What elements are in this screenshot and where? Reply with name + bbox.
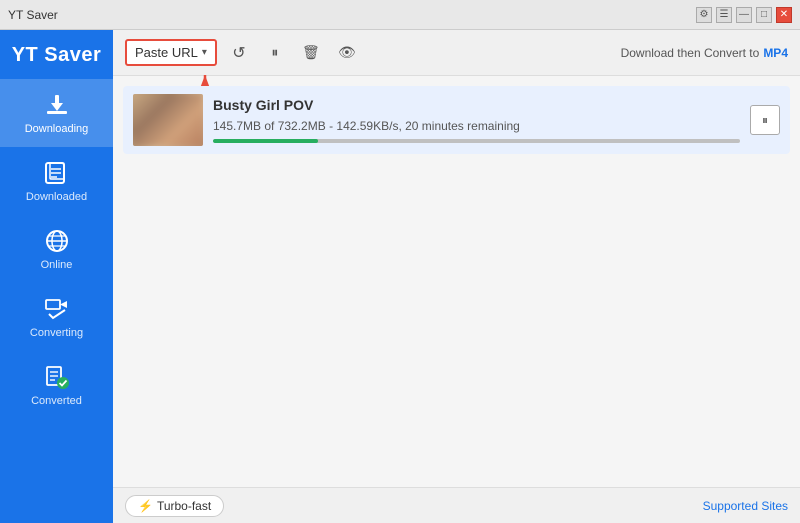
format-link[interactable]: MP4 bbox=[763, 46, 788, 60]
maximize-icon[interactable]: □ bbox=[756, 7, 772, 23]
download-title: Busty Girl POV bbox=[213, 97, 740, 113]
convert-label: Download then Convert to bbox=[621, 46, 760, 60]
download-info: Busty Girl POV 145.7MB of 732.2MB - 142.… bbox=[213, 97, 740, 143]
download-item: Busty Girl POV 145.7MB of 732.2MB - 142.… bbox=[123, 86, 790, 154]
pause-all-button[interactable]: ⏸ bbox=[261, 39, 289, 67]
supported-sites-link[interactable]: Supported Sites bbox=[703, 499, 788, 513]
title-bar: YT Saver ⚙ ☰ — □ ✕ bbox=[0, 0, 800, 30]
app-logo: YT Saver bbox=[12, 38, 102, 79]
sidebar-item-online[interactable]: Online bbox=[0, 215, 113, 283]
delete-button[interactable]: 🗑 bbox=[297, 39, 325, 67]
sidebar-item-downloaded[interactable]: Downloaded bbox=[0, 147, 113, 215]
converting-icon bbox=[43, 295, 71, 323]
bottom-bar: ⚡ Turbo-fast Supported Sites bbox=[113, 487, 800, 523]
sidebar-item-converted-label: Converted bbox=[31, 395, 82, 407]
pause-button[interactable]: ⏸ bbox=[750, 105, 780, 135]
app-body: YT Saver Downloading Downloaded bbox=[0, 30, 800, 523]
view-button[interactable]: 👁 bbox=[333, 39, 361, 67]
downloaded-icon bbox=[43, 159, 71, 187]
undo-button[interactable]: ↺ bbox=[225, 39, 253, 67]
sidebar-item-downloaded-label: Downloaded bbox=[26, 191, 87, 203]
online-icon bbox=[43, 227, 71, 255]
paste-url-label: Paste URL bbox=[135, 45, 198, 60]
toolbar-right: Download then Convert to MP4 bbox=[621, 46, 788, 60]
turbo-fast-button[interactable]: ⚡ Turbo-fast bbox=[125, 495, 224, 517]
sidebar: YT Saver Downloading Downloaded bbox=[0, 30, 113, 523]
sidebar-item-online-label: Online bbox=[41, 259, 73, 271]
title-bar-left: YT Saver bbox=[8, 8, 58, 22]
title-bar-text: YT Saver bbox=[8, 8, 58, 22]
settings-icon[interactable]: ⚙ bbox=[696, 7, 712, 23]
download-stats: 145.7MB of 732.2MB - 142.59KB/s, 20 minu… bbox=[213, 119, 740, 133]
title-bar-controls[interactable]: ⚙ ☰ — □ ✕ bbox=[696, 7, 792, 23]
sidebar-item-converting-label: Converting bbox=[30, 327, 83, 339]
minimize-icon[interactable]: — bbox=[736, 7, 752, 23]
toolbar-left: Paste URL ▾ ↺ bbox=[125, 39, 361, 67]
sidebar-item-downloading[interactable]: Downloading bbox=[0, 79, 113, 147]
download-list: Busty Girl POV 145.7MB of 732.2MB - 142.… bbox=[113, 76, 800, 487]
converted-icon bbox=[43, 363, 71, 391]
download-thumbnail bbox=[133, 94, 203, 146]
sidebar-item-converted[interactable]: Converted bbox=[0, 351, 113, 419]
menu-icon[interactable]: ☰ bbox=[716, 7, 732, 23]
progress-bar-bg bbox=[213, 139, 740, 143]
sidebar-item-converting[interactable]: Converting bbox=[0, 283, 113, 351]
sidebar-item-downloading-label: Downloading bbox=[25, 123, 89, 135]
paste-url-button[interactable]: Paste URL ▾ bbox=[125, 39, 217, 66]
dropdown-arrow-icon: ▾ bbox=[202, 47, 207, 58]
turbo-label: Turbo-fast bbox=[157, 499, 211, 513]
lightning-icon: ⚡ bbox=[138, 499, 153, 513]
close-icon[interactable]: ✕ bbox=[776, 7, 792, 23]
toolbar: Paste URL ▾ ↺ bbox=[113, 30, 800, 76]
download-icon bbox=[43, 91, 71, 119]
thumb-blur bbox=[133, 94, 203, 146]
progress-bar-fill bbox=[213, 139, 318, 143]
main-content: Paste URL ▾ ↺ bbox=[113, 30, 800, 523]
